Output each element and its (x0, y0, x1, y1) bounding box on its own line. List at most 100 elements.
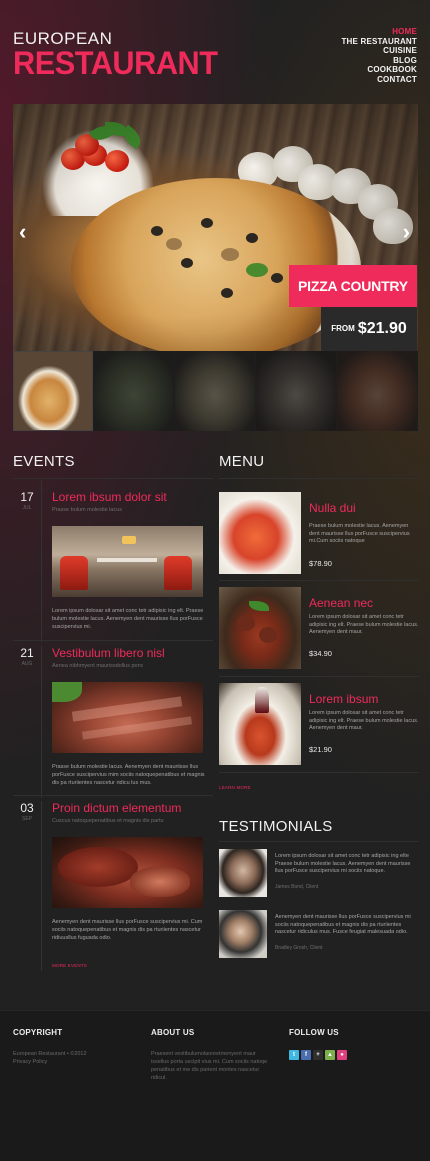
twitter-icon[interactable]: t (289, 1050, 299, 1060)
event-title[interactable]: Vestibulum libero nisl (52, 646, 165, 660)
menu-item-title[interactable]: Nulla dui (309, 501, 356, 515)
plus-icon[interactable]: + (313, 1050, 323, 1060)
slide-title[interactable]: PIZZA COUNTRY (289, 265, 417, 307)
timeline-line (41, 480, 42, 642)
event-date: 21 AUG (13, 646, 41, 668)
slide-price: $21.90 (357, 320, 407, 337)
divider (13, 640, 213, 641)
social-icons: t f + ▲ ● (289, 1050, 347, 1060)
timeline-line (41, 646, 42, 798)
footer: COPYRIGHT European Restaurant • ©2012 Pr… (0, 1010, 430, 1161)
price-prefix: FROM (331, 324, 355, 333)
basil-leaf-image (119, 124, 145, 150)
event-day: 17 (20, 490, 34, 504)
event-text: Aenemyen dent maurisse llus porFusce sus… (52, 919, 203, 941)
page: EUROPEAN RESTAURANT HOME THE RESTAURANT … (0, 0, 430, 1161)
slider-thumbnail[interactable] (175, 351, 256, 431)
garlic-image (331, 168, 371, 204)
flickr-icon[interactable]: ● (337, 1050, 347, 1060)
tomato-image (105, 150, 129, 172)
tomato-image (61, 148, 85, 170)
menu-heading: MENU (219, 453, 265, 470)
chevron-right-icon[interactable]: › (403, 219, 410, 245)
garlic-image (238, 152, 278, 188)
timeline-line (41, 801, 42, 971)
more-events-link[interactable]: MORE EVENTS (52, 963, 87, 968)
event-title[interactable]: Proin dictum elementum (52, 801, 181, 815)
garlic-image (273, 146, 313, 182)
menu-item-price: $21.90 (309, 745, 332, 754)
tomato-image (83, 144, 107, 166)
event-subtitle: Prasse bulum molestie lacus (52, 507, 123, 513)
menu-item-image (219, 683, 301, 765)
divider (219, 841, 419, 842)
event-text: Prasse bulum molestie lacus. Aenemyen de… (52, 764, 205, 786)
divider (219, 772, 419, 773)
menu-item-price: $34.90 (309, 649, 332, 658)
copyright-line: European Restaurant • ©2012 (13, 1051, 87, 1057)
copyright-text: European Restaurant • ©2012 Privacy Poli… (13, 1050, 87, 1066)
event-subtitle: Aenea nibhmyent maurissdollus ponc (52, 663, 144, 669)
testimonial-text: Lorem ipsum dolosar sit amet conc tetr a… (275, 853, 411, 875)
nav-item-cookbook[interactable]: COOKBOOK (341, 65, 417, 75)
menu-item[interactable]: Lorem ibsum Lorem ipsum dolosar sit amet… (219, 683, 419, 765)
follow-heading: FOLLOW US (289, 1028, 339, 1037)
garlic-image (358, 184, 398, 220)
menu-item-text: Praese bulum molestie lacus. Aenemyen de… (309, 523, 410, 545)
main-nav: HOME THE RESTAURANT CUISINE BLOG COOKBOO… (341, 27, 417, 84)
privacy-policy-link[interactable]: Privacy Policy (13, 1058, 87, 1066)
nav-item-cuisine[interactable]: CUISINE (341, 46, 417, 56)
nav-item-the-restaurant[interactable]: THE RESTAURANT (341, 37, 417, 47)
basil-leaf-image (88, 121, 116, 145)
chevron-left-icon[interactable]: ‹ (19, 219, 26, 245)
event-subtitle: Cuscus natoquepenatibus et magnis dis pa… (52, 818, 164, 824)
menu-item-title[interactable]: Lorem ibsum (309, 692, 378, 706)
delicious-icon[interactable]: ▲ (325, 1050, 335, 1060)
menu-item[interactable]: Aenean nec Lorem ipsum dolosar sit amet … (219, 587, 419, 669)
avatar (219, 910, 267, 958)
testimonial-text: Aenemyen dent maurisse llus porFusce sus… (275, 914, 411, 936)
slider-thumbnail[interactable] (256, 351, 337, 431)
garlic-image (298, 164, 338, 200)
event-image (52, 526, 203, 597)
event-text: Lorem ipsum dolosar sit amet conc tetr a… (52, 608, 204, 630)
menu-item-image (219, 587, 301, 669)
divider (13, 795, 213, 796)
avatar (219, 849, 267, 897)
divider (219, 478, 419, 479)
tomato-bowl-image (43, 130, 153, 216)
events-heading: EVENTS (13, 453, 75, 470)
nav-item-contact[interactable]: CONTACT (341, 75, 417, 85)
learn-more-link[interactable]: LEARN MORE (219, 785, 251, 790)
slider-thumbnail[interactable] (13, 351, 94, 431)
tomato-image (75, 134, 99, 156)
slide-price-badge: FROM $21.90 (321, 307, 417, 351)
slider-thumbnail[interactable] (337, 351, 418, 431)
slider-thumbnail[interactable] (94, 351, 175, 431)
basil-leaf-image (105, 122, 127, 136)
event-day: 21 (20, 646, 34, 660)
testimonial-author: Bradley Grosh, Client (275, 945, 323, 951)
about-heading: ABOUT US (151, 1028, 195, 1037)
testimonial-author: James Bond, Client (275, 884, 319, 890)
event-month: SEP (21, 816, 32, 822)
event-date: 17 JUL (13, 490, 41, 512)
facebook-icon[interactable]: f (301, 1050, 311, 1060)
menu-item-title[interactable]: Aenean nec (309, 596, 373, 610)
nav-item-home[interactable]: HOME (341, 27, 417, 37)
divider (219, 676, 419, 677)
logo[interactable]: EUROPEAN RESTAURANT (13, 30, 226, 80)
menu-item-price: $78.90 (309, 559, 332, 568)
copyright-heading: COPYRIGHT (13, 1028, 63, 1037)
event-title[interactable]: Lorem ibsum dolor sit (52, 490, 167, 504)
slider-thumbnails (13, 351, 418, 431)
nav-item-blog[interactable]: BLOG (341, 56, 417, 66)
menu-item-image (219, 492, 301, 574)
menu-item-text: Lorem ipsum dolosar sit amet conc tetr a… (309, 710, 419, 732)
divider (219, 580, 419, 581)
about-text: Praesent vestibulumolaoreetmenyent maur … (151, 1051, 268, 1081)
event-day: 03 (20, 801, 34, 815)
menu-item[interactable]: Nulla dui Praese bulum molestie lacus. A… (219, 492, 419, 574)
event-image (52, 837, 203, 908)
event-month: AUG (21, 661, 33, 667)
